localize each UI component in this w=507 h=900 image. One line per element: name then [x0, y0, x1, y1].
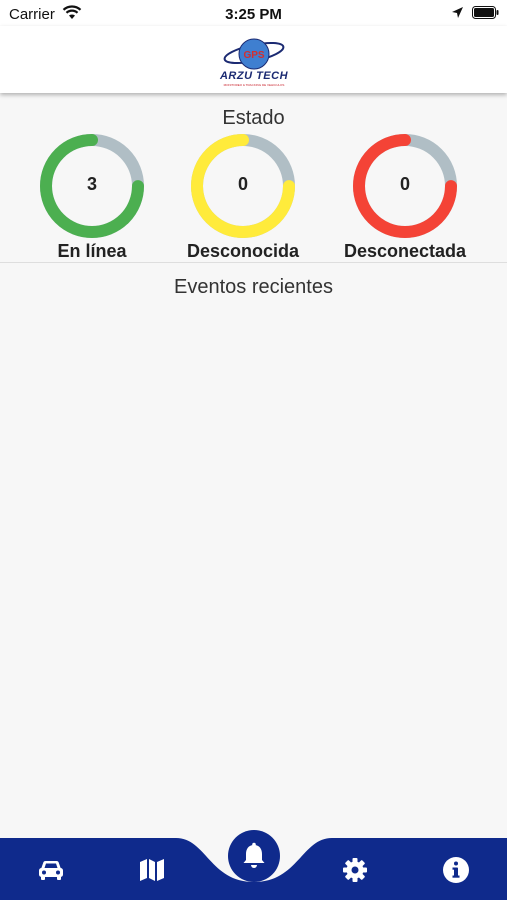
- gauge-label-desconectada: Desconectada: [343, 241, 467, 261]
- gauge-en-linea[interactable]: 3: [36, 130, 148, 242]
- gauge-desconectada[interactable]: 0: [349, 130, 461, 242]
- gauge-value: 3: [86, 174, 97, 194]
- logo-brand: ARZU TECH: [219, 70, 289, 82]
- gauge-desconocida[interactable]: 0: [187, 130, 299, 242]
- car-icon: [39, 861, 63, 880]
- bell-icon: [243, 842, 265, 868]
- map-icon: [140, 859, 164, 881]
- gear-icon: [343, 858, 367, 882]
- logo-tagline: MONITOREO & TRACKING DE VEHICULOS: [223, 83, 285, 87]
- logo-badge: GPS: [243, 50, 264, 61]
- eventos-title: Eventos recientes: [174, 276, 333, 298]
- clock: 3:25 PM: [225, 6, 282, 23]
- section-divider: [0, 262, 507, 263]
- nav-settings[interactable]: [333, 848, 377, 892]
- gauge-value: 0: [237, 174, 248, 194]
- globe-logo-icon: GPS: [223, 38, 285, 70]
- location-arrow-icon: [452, 7, 463, 18]
- battery-icon: [472, 6, 499, 19]
- gauge-value: 0: [399, 174, 410, 194]
- nav-events-button[interactable]: [228, 830, 280, 882]
- nav-vehicles[interactable]: [29, 848, 73, 892]
- gauge-label-en-linea: En línea: [57, 241, 127, 261]
- nav-map[interactable]: [130, 848, 174, 892]
- app-header: GPS ARZU TECH MONITOREO & TRACKING DE VE…: [0, 26, 507, 93]
- status-bar: Carrier 3:25 PM: [0, 0, 507, 26]
- estado-title: Estado: [222, 107, 285, 129]
- info-icon: [443, 857, 469, 883]
- nav-info[interactable]: [434, 848, 478, 892]
- arzu-tech-logo: GPS ARZU TECH MONITOREO & TRACKING DE VE…: [208, 36, 300, 87]
- gauge-label-desconocida: Desconocida: [186, 241, 300, 261]
